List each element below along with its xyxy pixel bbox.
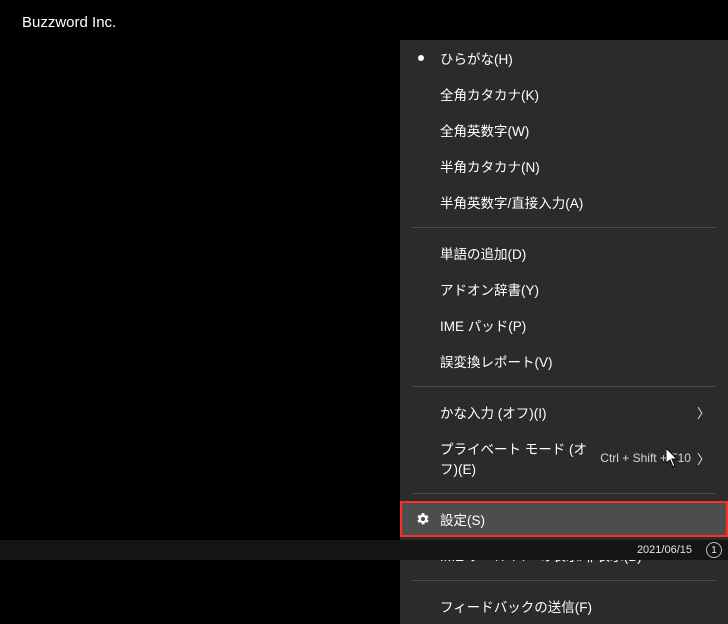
menu-label: 半角カタカナ(N) [440, 156, 710, 176]
taskbar[interactable]: 2021/06/15 1 [0, 540, 728, 560]
menu-label: 設定(S) [440, 509, 710, 529]
ime-context-menu: ひらがな(H) 全角カタカナ(K) 全角英数字(W) 半角カタカナ(N) 半角英… [400, 40, 728, 624]
menu-label: 全角英数字(W) [440, 120, 710, 140]
menu-label: フィードバックの送信(F) [440, 596, 710, 616]
menu-item-fullkatakana[interactable]: 全角カタカナ(K) [400, 76, 728, 112]
menu-label: かな入力 (オフ)(I) [440, 402, 691, 422]
menu-separator [412, 493, 716, 494]
menu-item-halfkatakana[interactable]: 半角カタカナ(N) [400, 148, 728, 184]
menu-separator [412, 227, 716, 228]
menu-label: アドオン辞書(Y) [440, 279, 710, 299]
menu-item-feedback[interactable]: フィードバックの送信(F) [400, 588, 728, 624]
menu-label: 半角英数字/直接入力(A) [440, 192, 710, 212]
menu-item-settings[interactable]: 設定(S) [400, 501, 728, 537]
menu-shortcut: Ctrl + Shift + F10 [600, 451, 691, 465]
menu-label: 全角カタカナ(K) [440, 84, 710, 104]
menu-item-kanainput[interactable]: かな入力 (オフ)(I) 〉 [400, 394, 728, 430]
menu-label: IME パッド(P) [440, 315, 710, 335]
menu-separator [412, 580, 716, 581]
radio-selected-icon [418, 55, 424, 61]
menu-label: 単語の追加(D) [440, 243, 710, 263]
menu-item-addondict[interactable]: アドオン辞書(Y) [400, 271, 728, 307]
menu-item-imepad[interactable]: IME パッド(P) [400, 307, 728, 343]
menu-label: ひらがな(H) [440, 48, 710, 68]
menu-item-addword[interactable]: 単語の追加(D) [400, 235, 728, 271]
notification-badge-icon[interactable]: 1 [706, 542, 722, 558]
menu-item-privatemode[interactable]: プライベート モード (オフ)(E) Ctrl + Shift + F10 〉 [400, 430, 728, 486]
desktop-icon-label: Buzzword Inc. [22, 14, 116, 31]
menu-item-hiragana[interactable]: ひらがな(H) [400, 40, 728, 76]
menu-item-fullalnum[interactable]: 全角英数字(W) [400, 112, 728, 148]
taskbar-date: 2021/06/15 [637, 544, 692, 556]
menu-item-misconv[interactable]: 誤変換レポート(V) [400, 343, 728, 379]
menu-label: 誤変換レポート(V) [440, 351, 710, 371]
menu-separator [412, 386, 716, 387]
chevron-right-icon: 〉 [697, 449, 710, 468]
gear-icon [416, 512, 430, 526]
menu-label: プライベート モード (オフ)(E) [440, 438, 592, 478]
chevron-right-icon: 〉 [697, 403, 710, 422]
menu-item-halfalnum[interactable]: 半角英数字/直接入力(A) [400, 184, 728, 220]
